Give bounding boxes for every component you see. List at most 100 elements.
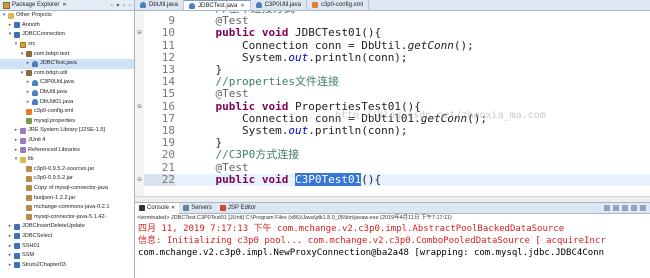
tree-item[interactable]: mysql-connector-java-5.1.42-: [0, 212, 134, 222]
chevron-right-icon[interactable]: ▸: [7, 251, 13, 260]
fold-toggle-icon[interactable]: ⊖: [136, 29, 143, 36]
tree-item[interactable]: ▸ DbUtil.java: [0, 88, 134, 98]
chevron-right-icon[interactable]: ▸: [7, 242, 13, 251]
jar-icon: [26, 185, 32, 192]
chevron-right-icon[interactable]: ▸: [25, 88, 31, 97]
package-explorer-tab[interactable]: Package Explorer ✕ ▫ ▾ ▫ ▫: [0, 0, 134, 11]
tree-item[interactable]: ▾ src: [0, 40, 134, 50]
chevron-down-icon[interactable]: ▾: [13, 40, 19, 49]
jar-icon: [26, 204, 32, 211]
editor-tab[interactable]: JDBCTest.java ✕: [184, 0, 251, 10]
tree-item[interactable]: ▸ Referenced Libraries: [0, 145, 134, 155]
tree-item[interactable]: ▾ JDBCConnection: [0, 30, 134, 40]
tree-item[interactable]: c3p0-0.9.5.2-sources.jar: [0, 165, 134, 175]
project-tree: ▾ Other Projects ▸ Annoth ▾ JDBCConnection ▾ sr…: [0, 11, 134, 270]
chevron-right-icon[interactable]: ▸: [7, 21, 13, 30]
code-text: //C3P0方式连接: [175, 148, 300, 161]
chevron-down-icon[interactable]: ▾: [13, 155, 19, 164]
tree-item[interactable]: ▸ Annoth: [0, 21, 134, 31]
chevron-right-icon[interactable]: ▸: [7, 261, 13, 270]
console-view-tab-label: Console: [147, 205, 170, 211]
token: JDBCTest01(){: [288, 26, 382, 40]
editor-tab[interactable]: c3p0-config.xml: [307, 0, 369, 10]
tree-item[interactable]: ▸ C3P0Util.java: [0, 78, 134, 88]
terminate-icon[interactable]: [604, 205, 610, 211]
close-icon[interactable]: ✕: [62, 2, 66, 8]
tree-item-label: Annoth: [22, 21, 40, 28]
tree-item[interactable]: mysql.properties: [0, 117, 134, 127]
tree-item[interactable]: mchange-commons-java-0.2.1: [0, 203, 134, 213]
tree-item-label: JDBCInsertDeleteUpdate: [22, 223, 85, 230]
chevron-right-icon[interactable]: ▸: [13, 126, 19, 135]
code-text: @Test: [175, 161, 249, 174]
tree-item[interactable]: c3p0-config.xml: [0, 107, 134, 117]
tree-item[interactable]: Copy of mysql-connector-java: [0, 184, 134, 194]
scroll-lock-icon[interactable]: [631, 205, 637, 211]
tree-item[interactable]: ▸ JDBCInsertDeleteUpdate: [0, 222, 134, 232]
chevron-down-icon[interactable]: ▾: [19, 69, 25, 78]
tree-item-label: Referenced Libraries: [28, 146, 80, 153]
pin-console-icon[interactable]: [640, 205, 646, 211]
tree-item-label: Copy of mysql-connector-java: [34, 184, 108, 191]
chevron-right-icon[interactable]: ▸: [25, 78, 31, 87]
fold-toggle-icon[interactable]: ⊖: [136, 176, 143, 183]
chevron-right-icon[interactable]: ▸: [13, 146, 19, 155]
tree-item[interactable]: ▾ Other Projects: [0, 11, 134, 21]
tree-item[interactable]: ▸ DbUtil01.java: [0, 97, 134, 107]
tree-item[interactable]: ▸ SSH01: [0, 241, 134, 251]
view-toolbar-icons[interactable]: ▫ ▾ ▫ ▫: [111, 2, 132, 9]
fold-toggle-icon[interactable]: ⊖: [136, 103, 143, 110]
chevron-right-icon[interactable]: ▸: [25, 59, 31, 68]
editor-tab[interactable]: DbUtil.java: [135, 0, 185, 10]
code-line[interactable]: 22 public void C3P0Test01(){: [144, 172, 650, 186]
tree-item[interactable]: ▾ com.bdqn.test: [0, 49, 134, 59]
token-keyword: void: [261, 26, 289, 40]
chevron-right-icon[interactable]: ▸: [25, 98, 31, 107]
tree-item[interactable]: ▸ Struts2Chapter03: [0, 260, 134, 270]
tree-item[interactable]: ▸ JUnit 4: [0, 136, 134, 146]
console-output[interactable]: <terminated> JDBCTest.C3P0Test01 [JUnit]…: [135, 214, 650, 278]
token: (){: [361, 172, 382, 186]
chevron-right-icon[interactable]: ▸: [7, 232, 13, 241]
console-launch-header: <terminated> JDBCTest.C3P0Test01 [JUnit]…: [137, 215, 452, 221]
remove-launch-icon[interactable]: [613, 205, 619, 211]
token-method: getConn: [407, 38, 454, 52]
line-number: 21: [161, 160, 175, 174]
token-keyword: public: [215, 99, 256, 113]
tree-item[interactable]: ▸ JDBCSelect: [0, 232, 134, 242]
console-view-tab[interactable]: Console ✕: [135, 202, 180, 214]
tree-item[interactable]: ▸ JRE System Library [J2SE-1.5]: [0, 126, 134, 136]
tree-item[interactable]: ▾ lib: [0, 155, 134, 165]
code-text: System.out.println(conn);: [175, 124, 408, 137]
line-number: 10: [161, 26, 175, 40]
console-view-tab[interactable]: Servers: [179, 203, 216, 214]
console-view-tab[interactable]: JSP Editor: [216, 203, 260, 214]
tree-item[interactable]: fastjson-1.2.2.jar: [0, 193, 134, 203]
code-text: public void C3P0Test01(){: [175, 172, 382, 186]
token-sel: C3P0Test01: [295, 172, 362, 186]
tree-item[interactable]: c3p0-0.9.5.2.jar: [0, 174, 134, 184]
tree-item[interactable]: ▸ JDBCTest.java: [0, 58, 134, 69]
chevron-down-icon[interactable]: ▾: [19, 50, 25, 59]
chevron-right-icon[interactable]: ▸: [13, 136, 19, 145]
chevron-down-icon[interactable]: ▾: [1, 11, 7, 20]
close-icon[interactable]: ✕: [171, 205, 175, 211]
chevron-down-icon[interactable]: ▾: [7, 30, 13, 39]
clear-console-icon[interactable]: [622, 205, 628, 211]
chevron-right-icon[interactable]: ▸: [7, 222, 13, 231]
editor-tab[interactable]: C3P0Util.java: [251, 0, 307, 10]
tree-item-label: JDBCConnection: [22, 31, 65, 38]
tree-item[interactable]: ▸ SSM: [0, 251, 134, 261]
code-editor[interactable]: ⊖⊖⊖ //基本连接方式9 @Test10 public void JDBCTe…: [135, 11, 650, 199]
jar-icon: [26, 214, 32, 221]
close-icon[interactable]: ✕: [240, 3, 244, 9]
project-icon: [14, 243, 20, 250]
servers-icon: [183, 205, 190, 211]
tree-item-label: JDBCTest.java: [40, 60, 77, 67]
tree-item[interactable]: ▾ com.bdqn.util: [0, 69, 134, 79]
